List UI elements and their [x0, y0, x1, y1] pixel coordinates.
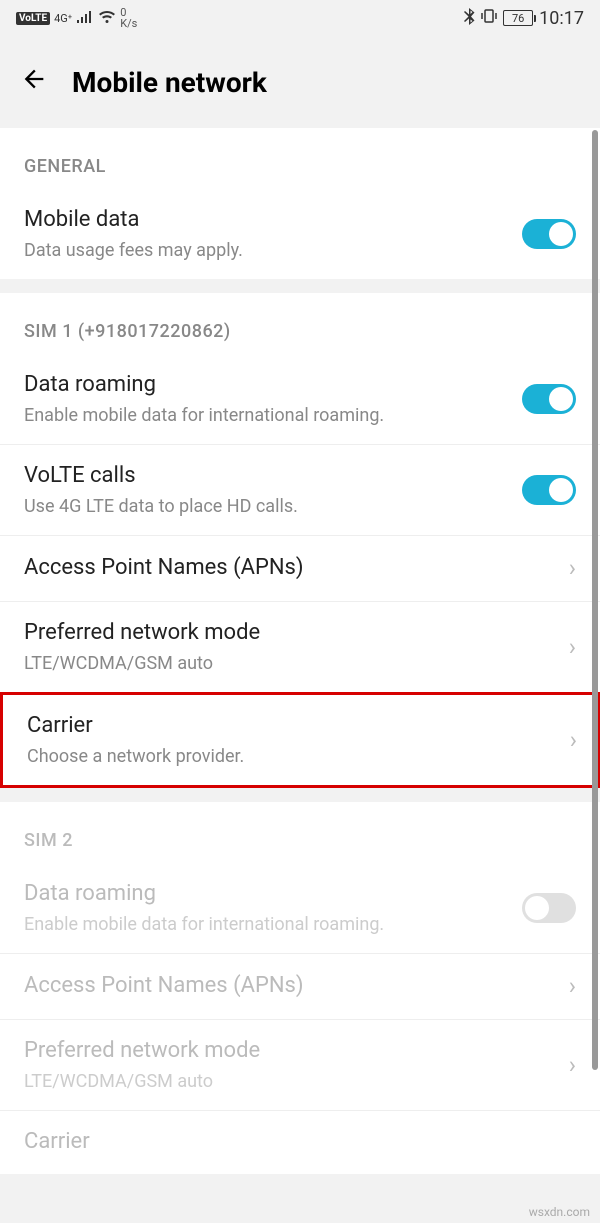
signal-type: 4G⁺ [54, 13, 72, 24]
sim2-pref-title: Preferred network mode [24, 1036, 561, 1067]
row-sim2-carrier: Carrier [0, 1110, 600, 1174]
signal-icon [76, 9, 94, 28]
divider [0, 279, 600, 293]
sim2-roaming-toggle [522, 893, 576, 923]
app-header: Mobile network [0, 36, 600, 128]
sim1-volte-toggle[interactable] [522, 475, 576, 505]
chevron-right-icon: › [562, 726, 589, 754]
mobile-data-sub: Data usage fees may apply. [24, 238, 522, 263]
row-sim2-roaming: Data roaming Enable mobile data for inte… [0, 863, 600, 953]
back-icon[interactable] [20, 65, 48, 100]
row-sim1-pref[interactable]: Preferred network mode LTE/WCDMA/GSM aut… [0, 601, 600, 692]
sim1-carrier-title: Carrier [27, 711, 562, 742]
row-sim1-carrier[interactable]: Carrier Choose a network provider. › [0, 692, 600, 788]
divider [0, 788, 600, 802]
sim1-volte-title: VoLTE calls [24, 461, 522, 492]
sim1-roaming-toggle[interactable] [522, 384, 576, 414]
sim2-carrier-title: Carrier [24, 1127, 576, 1158]
row-sim2-apn: Access Point Names (APNs) › [0, 953, 600, 1019]
sim1-roaming-sub: Enable mobile data for international roa… [24, 403, 522, 428]
section-sim2: SIM 2 [0, 802, 600, 863]
sim2-apn-title: Access Point Names (APNs) [24, 971, 561, 1002]
chevron-right-icon: › [561, 633, 576, 661]
sim1-carrier-sub: Choose a network provider. [27, 744, 562, 769]
watermark: wsxdn.com [529, 1205, 590, 1219]
battery-icon: 76 [503, 10, 533, 26]
row-sim1-apn[interactable]: Access Point Names (APNs) › [0, 535, 600, 601]
row-sim2-pref: Preferred network mode LTE/WCDMA/GSM aut… [0, 1019, 600, 1110]
status-bar: VoLTE 4G⁺ 0 K/s 76 10:17 [0, 0, 600, 36]
wifi-icon [98, 9, 116, 28]
sim1-roaming-title: Data roaming [24, 370, 522, 401]
mobile-data-toggle[interactable] [522, 219, 576, 249]
clock: 10:17 [539, 8, 584, 29]
status-left: VoLTE 4G⁺ 0 K/s [16, 7, 137, 29]
bluetooth-icon [464, 8, 475, 29]
sim2-pref-sub: LTE/WCDMA/GSM auto [24, 1069, 561, 1094]
scrollbar[interactable] [592, 130, 598, 1070]
sim2-roaming-title: Data roaming [24, 879, 522, 910]
row-mobile-data[interactable]: Mobile data Data usage fees may apply. [0, 189, 600, 279]
sim1-pref-title: Preferred network mode [24, 618, 561, 649]
section-general: GENERAL [0, 128, 600, 189]
chevron-right-icon: › [561, 972, 576, 1000]
sim1-volte-sub: Use 4G LTE data to place HD calls. [24, 494, 522, 519]
sim1-apn-title: Access Point Names (APNs) [24, 553, 561, 584]
chevron-right-icon: › [561, 554, 576, 582]
chevron-right-icon: › [561, 1051, 576, 1079]
section-sim1: SIM 1 (+918017220862) [0, 293, 600, 354]
volte-badge: VoLTE [16, 12, 50, 25]
status-right: 76 10:17 [464, 8, 584, 29]
net-speed: 0 K/s [120, 7, 137, 29]
page-title: Mobile network [72, 66, 267, 99]
mobile-data-title: Mobile data [24, 205, 522, 236]
sim1-pref-sub: LTE/WCDMA/GSM auto [24, 651, 561, 676]
row-sim1-volte[interactable]: VoLTE calls Use 4G LTE data to place HD … [0, 444, 600, 535]
row-sim1-roaming[interactable]: Data roaming Enable mobile data for inte… [0, 354, 600, 444]
sim2-roaming-sub: Enable mobile data for international roa… [24, 912, 522, 937]
vibrate-icon [481, 8, 497, 28]
